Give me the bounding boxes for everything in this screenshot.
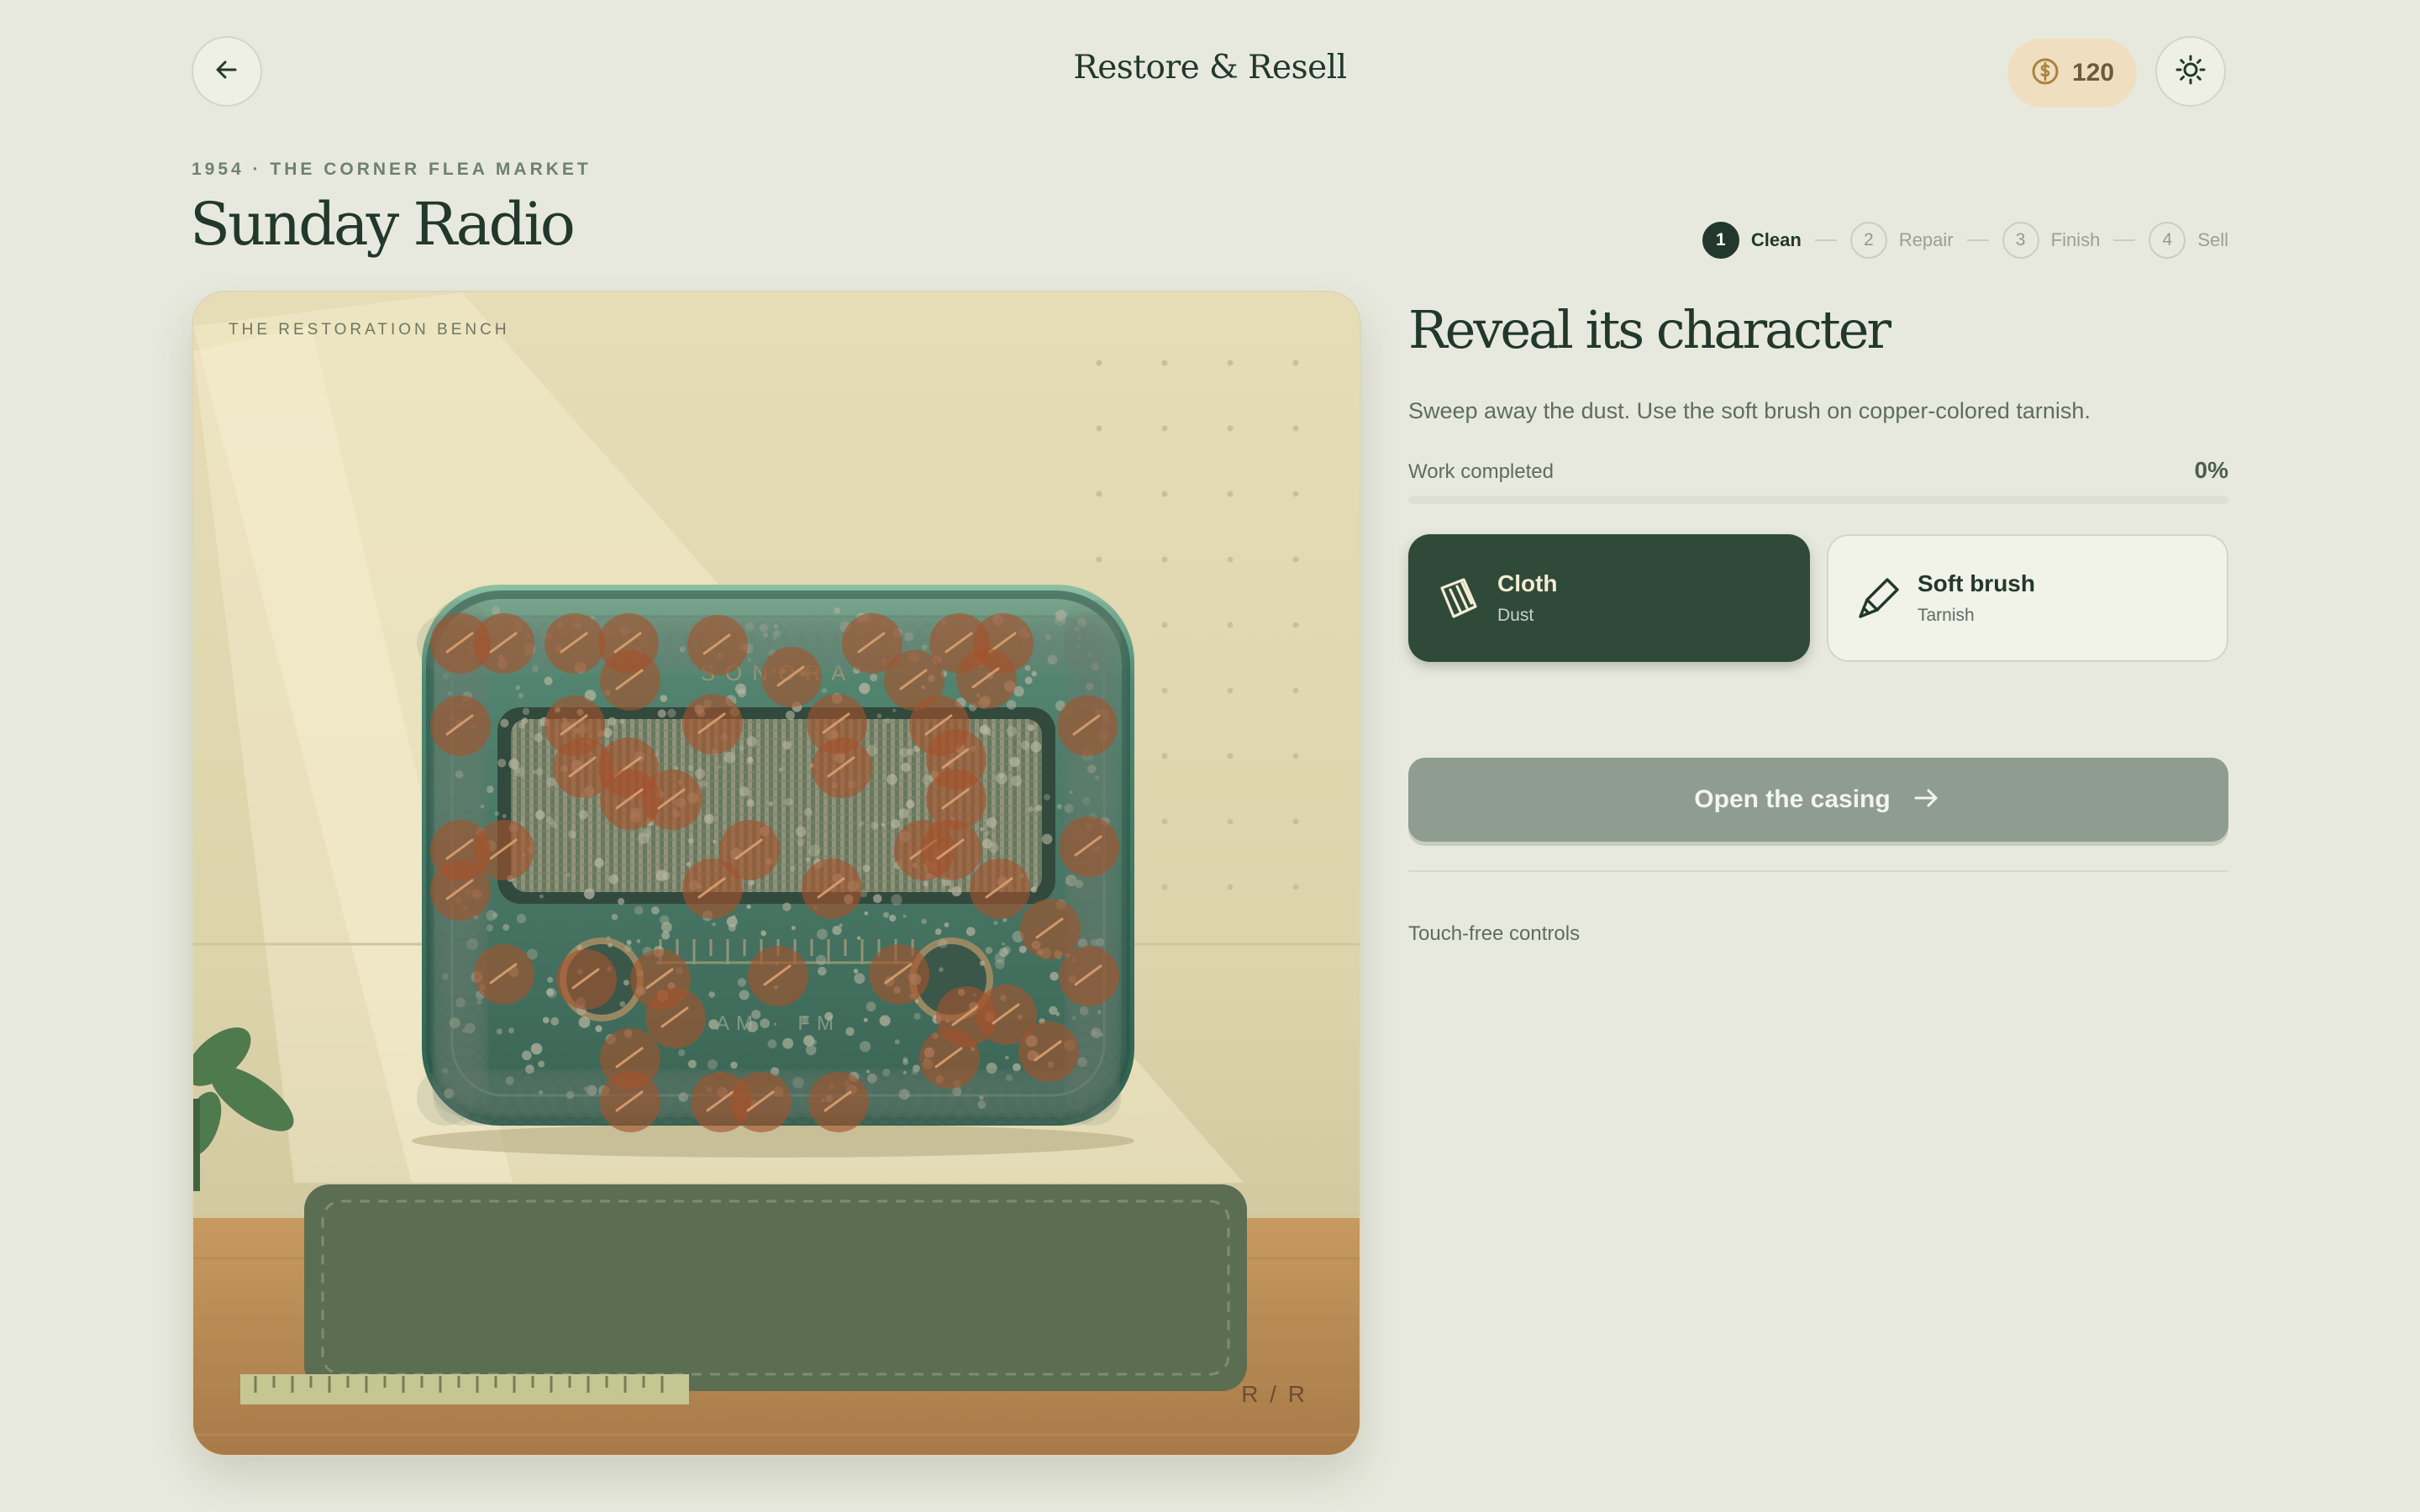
tool-cloth-button[interactable]: Cloth Dust [1408,534,1810,662]
step-divider [2113,239,2136,241]
step-number: 2 [1849,222,1887,259]
tool-target: Tarnish [1918,606,1975,625]
brush-icon [1849,568,1909,628]
progress-bar [1408,496,2228,504]
step-label: Finish [2050,229,2101,250]
coin-balance: 120 [2007,39,2137,108]
tool-target: Dust [1497,606,1534,625]
tool-soft-brush-button[interactable]: Soft brush Tarnish [1827,534,2228,662]
cta-label: Open the casing [1694,785,1891,813]
dollar-coin-icon [2030,56,2060,91]
progress-label: Work completed [1408,460,1554,483]
step-divider [1966,239,1989,241]
step-label: Clean [1750,229,1802,250]
bench-corner-mark: R / R [1241,1381,1307,1407]
step-label: Repair [1898,229,1954,250]
step-clean: 1 Clean [1702,222,1802,259]
bench-scene: SONORA AM · FM [193,292,1360,1455]
divider [1408,870,2228,872]
step-number: 3 [2002,222,2039,259]
progress-value: 0% [2194,457,2228,483]
step-repair: 2 Repair [1849,222,1954,259]
open-casing-button[interactable]: Open the casing [1408,758,2228,842]
cloth-icon [1428,568,1489,628]
bench-label: THE RESTORATION BENCH [229,321,510,339]
sun-icon [2174,53,2207,91]
page-title: Sunday Radio [190,190,576,259]
coin-count: 120 [2071,59,2115,87]
step-sell: 4 Sell [2149,222,2228,259]
tool-name: Cloth [1497,570,1558,596]
step-divider [1814,239,1837,241]
task-description: Sweep away the dust. Use the soft brush … [1408,398,2091,423]
tool-name: Soft brush [1918,570,2035,596]
theme-toggle-button[interactable] [2155,36,2226,107]
step-number: 1 [1702,222,1739,259]
restoration-bench[interactable]: SONORA AM · FM THE RESTORATION BENCH R /… [192,291,1361,1457]
touch-free-controls-link[interactable]: Touch-free controls [1408,922,1580,946]
step-finish: 3 Finish [2002,222,2101,259]
arrow-right-icon [1911,782,1943,818]
step-label: Sell [2197,229,2228,250]
progress-stepper: 1 Clean 2 Repair 3 Finish 4 Sell [1702,222,2228,259]
task-title: Reveal its character [1408,299,1891,360]
step-number: 4 [2149,222,2186,259]
page-eyebrow: 1954 · THE CORNER FLEA MARKET [192,160,592,179]
